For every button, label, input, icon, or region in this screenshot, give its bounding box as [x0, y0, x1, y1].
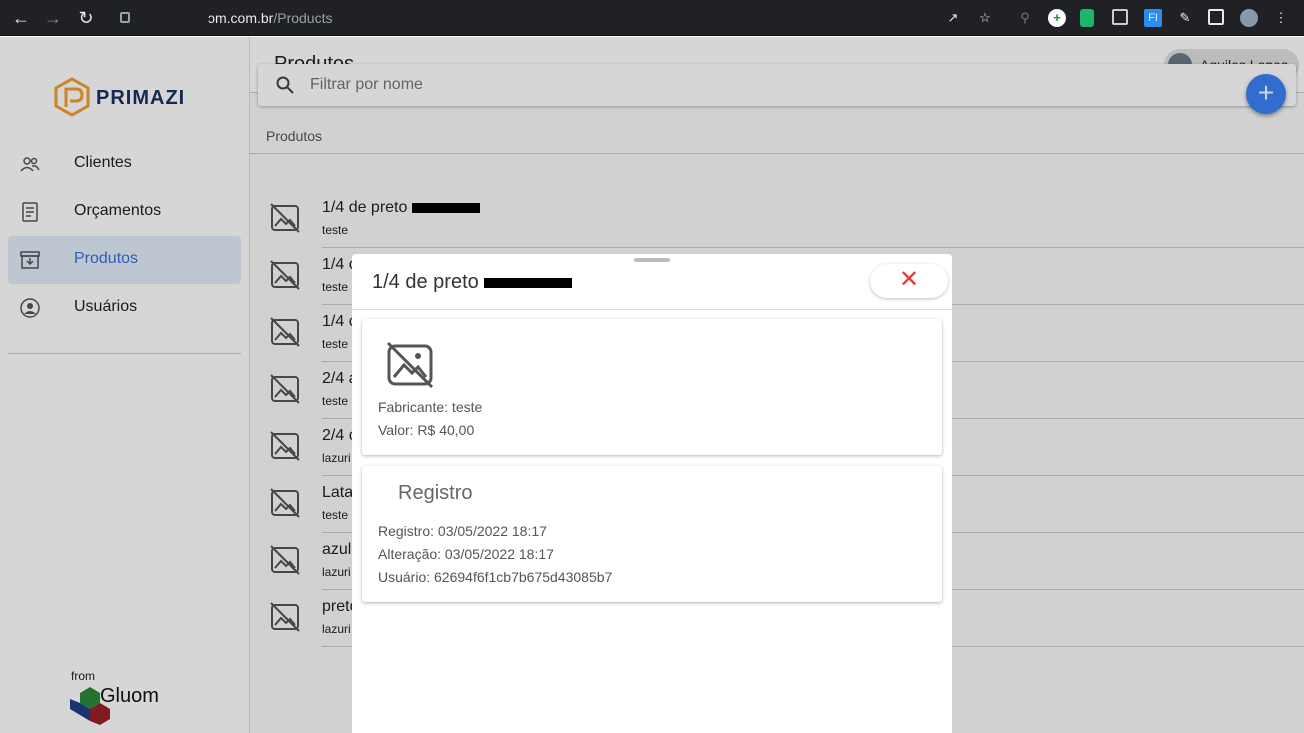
back-icon[interactable]: ←: [10, 7, 32, 29]
url-host: ɔm.com.br: [208, 10, 274, 26]
drag-handle[interactable]: [634, 258, 670, 262]
modal-divider: [352, 309, 952, 310]
reload-icon[interactable]: ↻: [75, 7, 97, 29]
shield-icon[interactable]: [1080, 9, 1094, 27]
url-path: /Products: [273, 10, 333, 26]
product-detail-modal: 1/4 de preto ✕ Fabricante: teste Valor: …: [352, 254, 952, 733]
address-bar[interactable]: ɔm.com.br/Products: [108, 4, 1008, 32]
forward-icon[interactable]: →: [42, 7, 64, 29]
extension-plus-icon[interactable]: +: [1048, 9, 1066, 27]
fabricante-text: Fabricante: teste: [378, 399, 483, 415]
lock-icon: [120, 12, 130, 23]
browser-toolbar: ← → ↻ ɔm.com.br/Products ↗ ☆ ⚲ + FI ✎ ⋮: [0, 0, 1304, 36]
alteracao-date: Alteração: 03/05/2022 18:17: [378, 546, 554, 562]
grid-icon[interactable]: [1112, 9, 1128, 25]
key-icon[interactable]: ⚲: [1016, 9, 1034, 27]
modal-title: 1/4 de preto: [372, 271, 573, 294]
sidepanel-icon[interactable]: [1208, 9, 1224, 25]
share-icon[interactable]: ↗: [944, 9, 962, 27]
menu-dots-icon[interactable]: ⋮: [1272, 9, 1290, 27]
valor-text: Valor: R$ 40,00: [378, 422, 475, 438]
product-info-card: Fabricante: teste Valor: R$ 40,00: [362, 319, 942, 455]
profile-avatar-icon[interactable]: [1240, 9, 1258, 27]
modal-title-text: 1/4 de preto: [372, 271, 479, 293]
extension-fi-icon[interactable]: FI: [1144, 9, 1162, 27]
usuario-id: Usuário: 62694f6f1cb7b675d43085b7: [378, 569, 613, 585]
registro-date: Registro: 03/05/2022 18:17: [378, 523, 547, 539]
registro-card: Registro Registro: 03/05/2022 18:17 Alte…: [362, 466, 942, 602]
close-button[interactable]: ✕: [870, 264, 948, 298]
registro-heading: Registro: [398, 482, 473, 504]
puzzle-icon[interactable]: ✎: [1176, 9, 1194, 27]
redacted-text: [484, 277, 573, 288]
star-icon[interactable]: ☆: [976, 9, 994, 27]
image-off-icon: [386, 341, 434, 389]
